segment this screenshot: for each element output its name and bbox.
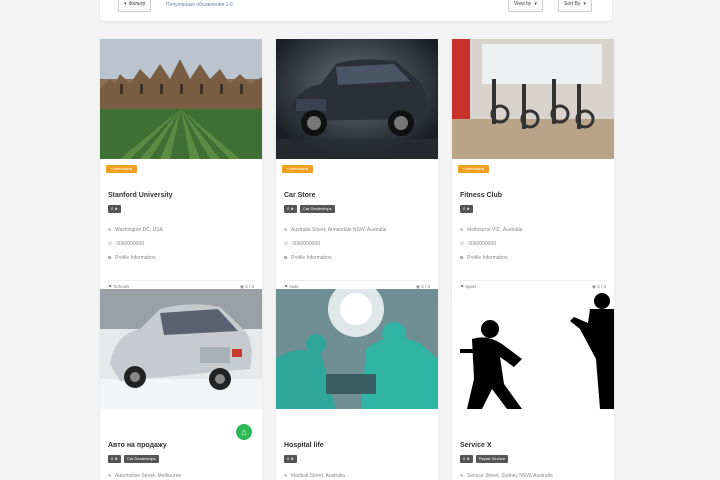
- phone-line: ✆ 0000000000: [108, 241, 145, 247]
- profile-link[interactable]: ◙ Profile Information: [108, 255, 156, 261]
- listing-title[interactable]: Service X: [460, 442, 492, 449]
- user-icon: ◙: [284, 255, 288, 261]
- map-marker-icon: ●: [460, 473, 464, 479]
- map-marker-icon: ●: [108, 473, 112, 479]
- address-line: ● Australia Street, Annandale NSW, Austra…: [284, 227, 387, 233]
- phone-line: ✆ 0000000000: [284, 241, 321, 247]
- listing-title[interactable]: Car Store: [284, 192, 316, 199]
- rating-badge: 0 ★: [460, 205, 473, 213]
- phone-icon: ✆: [460, 241, 465, 247]
- listing-image-surgery[interactable]: [276, 289, 438, 409]
- filter-label: Фильтр: [128, 1, 146, 7]
- listing-title[interactable]: Fitness Club: [460, 192, 502, 199]
- listing-title[interactable]: Stanford University: [108, 192, 173, 199]
- phone-icon: ✆: [108, 241, 113, 247]
- category-tag: Undefinable: [106, 165, 138, 173]
- sort-by-dropdown[interactable]: Sort By ▾: [558, 0, 592, 12]
- listing-image-gym[interactable]: [452, 39, 614, 159]
- address-line: ● Service Street, Sydney NSW, Australia: [460, 473, 553, 479]
- filter-bar: ▾ Фильтр Популярные объявления 1-6 View …: [100, 0, 612, 21]
- category-tag: Undefinable: [282, 165, 314, 173]
- address-line: ● Melbourne VIC, Australia: [460, 227, 523, 233]
- type-badge: Repair Service: [475, 455, 509, 463]
- verified-badge-icon: ⌂: [236, 424, 252, 440]
- user-icon: ◙: [108, 255, 112, 261]
- map-marker-icon: ●: [284, 227, 288, 233]
- caret-down-icon: ▾: [583, 1, 586, 7]
- caret-down-icon: ▾: [534, 1, 537, 7]
- listing-image-car[interactable]: [276, 39, 438, 159]
- category-tag: Undefinable: [458, 165, 490, 173]
- filter-button[interactable]: ▾ Фильтр: [118, 0, 152, 12]
- rating-badge: 0 ★: [284, 205, 297, 213]
- listing-card[interactable]: ⌂ Авто на продажу 0 ★ Car Dealerships ● A…: [100, 289, 262, 480]
- address-line: ● Washington DC, USA: [108, 227, 163, 233]
- phone-line: ✆ 0000000000: [460, 241, 497, 247]
- address-line: ● Automotive Street, Melbourne: [108, 473, 182, 479]
- listing-title[interactable]: Hospital life: [284, 442, 324, 449]
- user-icon: ◙: [460, 255, 464, 261]
- rating-badge: 0 ★: [284, 455, 297, 463]
- listing-image-sedan[interactable]: [100, 289, 262, 409]
- profile-link[interactable]: ◙ Profile Information: [284, 255, 332, 261]
- listing-image-university[interactable]: [100, 39, 262, 159]
- map-marker-icon: ●: [460, 227, 464, 233]
- type-badge: Car Dealerships: [123, 455, 159, 463]
- filter-icon: ▾: [124, 1, 127, 7]
- type-badge: Car Dealerships: [299, 205, 335, 213]
- phone-icon: ✆: [284, 241, 289, 247]
- listing-title[interactable]: Авто на продажу: [108, 442, 167, 449]
- profile-link[interactable]: ◙ Profile Information: [460, 255, 508, 261]
- listing-card[interactable]: Undefinable Car Store 0 ★ Car Dealership…: [276, 39, 438, 299]
- listing-card[interactable]: Service X 0 ★ Repair Service ● Service St…: [452, 289, 614, 480]
- listing-image-silhouettes[interactable]: [452, 289, 614, 409]
- rating-badge: 0 ★: [108, 455, 121, 463]
- rating-badge: 0 ★: [460, 455, 473, 463]
- listing-card[interactable]: Undefinable Stanford University 0 ★ ● Was…: [100, 39, 262, 299]
- address-line: ● Medical Street, Australia: [284, 473, 345, 479]
- results-summary: Популярные объявления 1-6: [166, 2, 233, 8]
- map-marker-icon: ●: [284, 473, 288, 479]
- map-marker-icon: ●: [108, 227, 112, 233]
- listing-card[interactable]: Undefinable Fitness Club 0 ★ ● Melbourne …: [452, 39, 614, 299]
- listing-card[interactable]: Hospital life 0 ★ ● Medical Street, Austr…: [276, 289, 438, 480]
- view-by-dropdown[interactable]: View by ▾: [508, 0, 543, 12]
- rating-badge: 0 ★: [108, 205, 121, 213]
